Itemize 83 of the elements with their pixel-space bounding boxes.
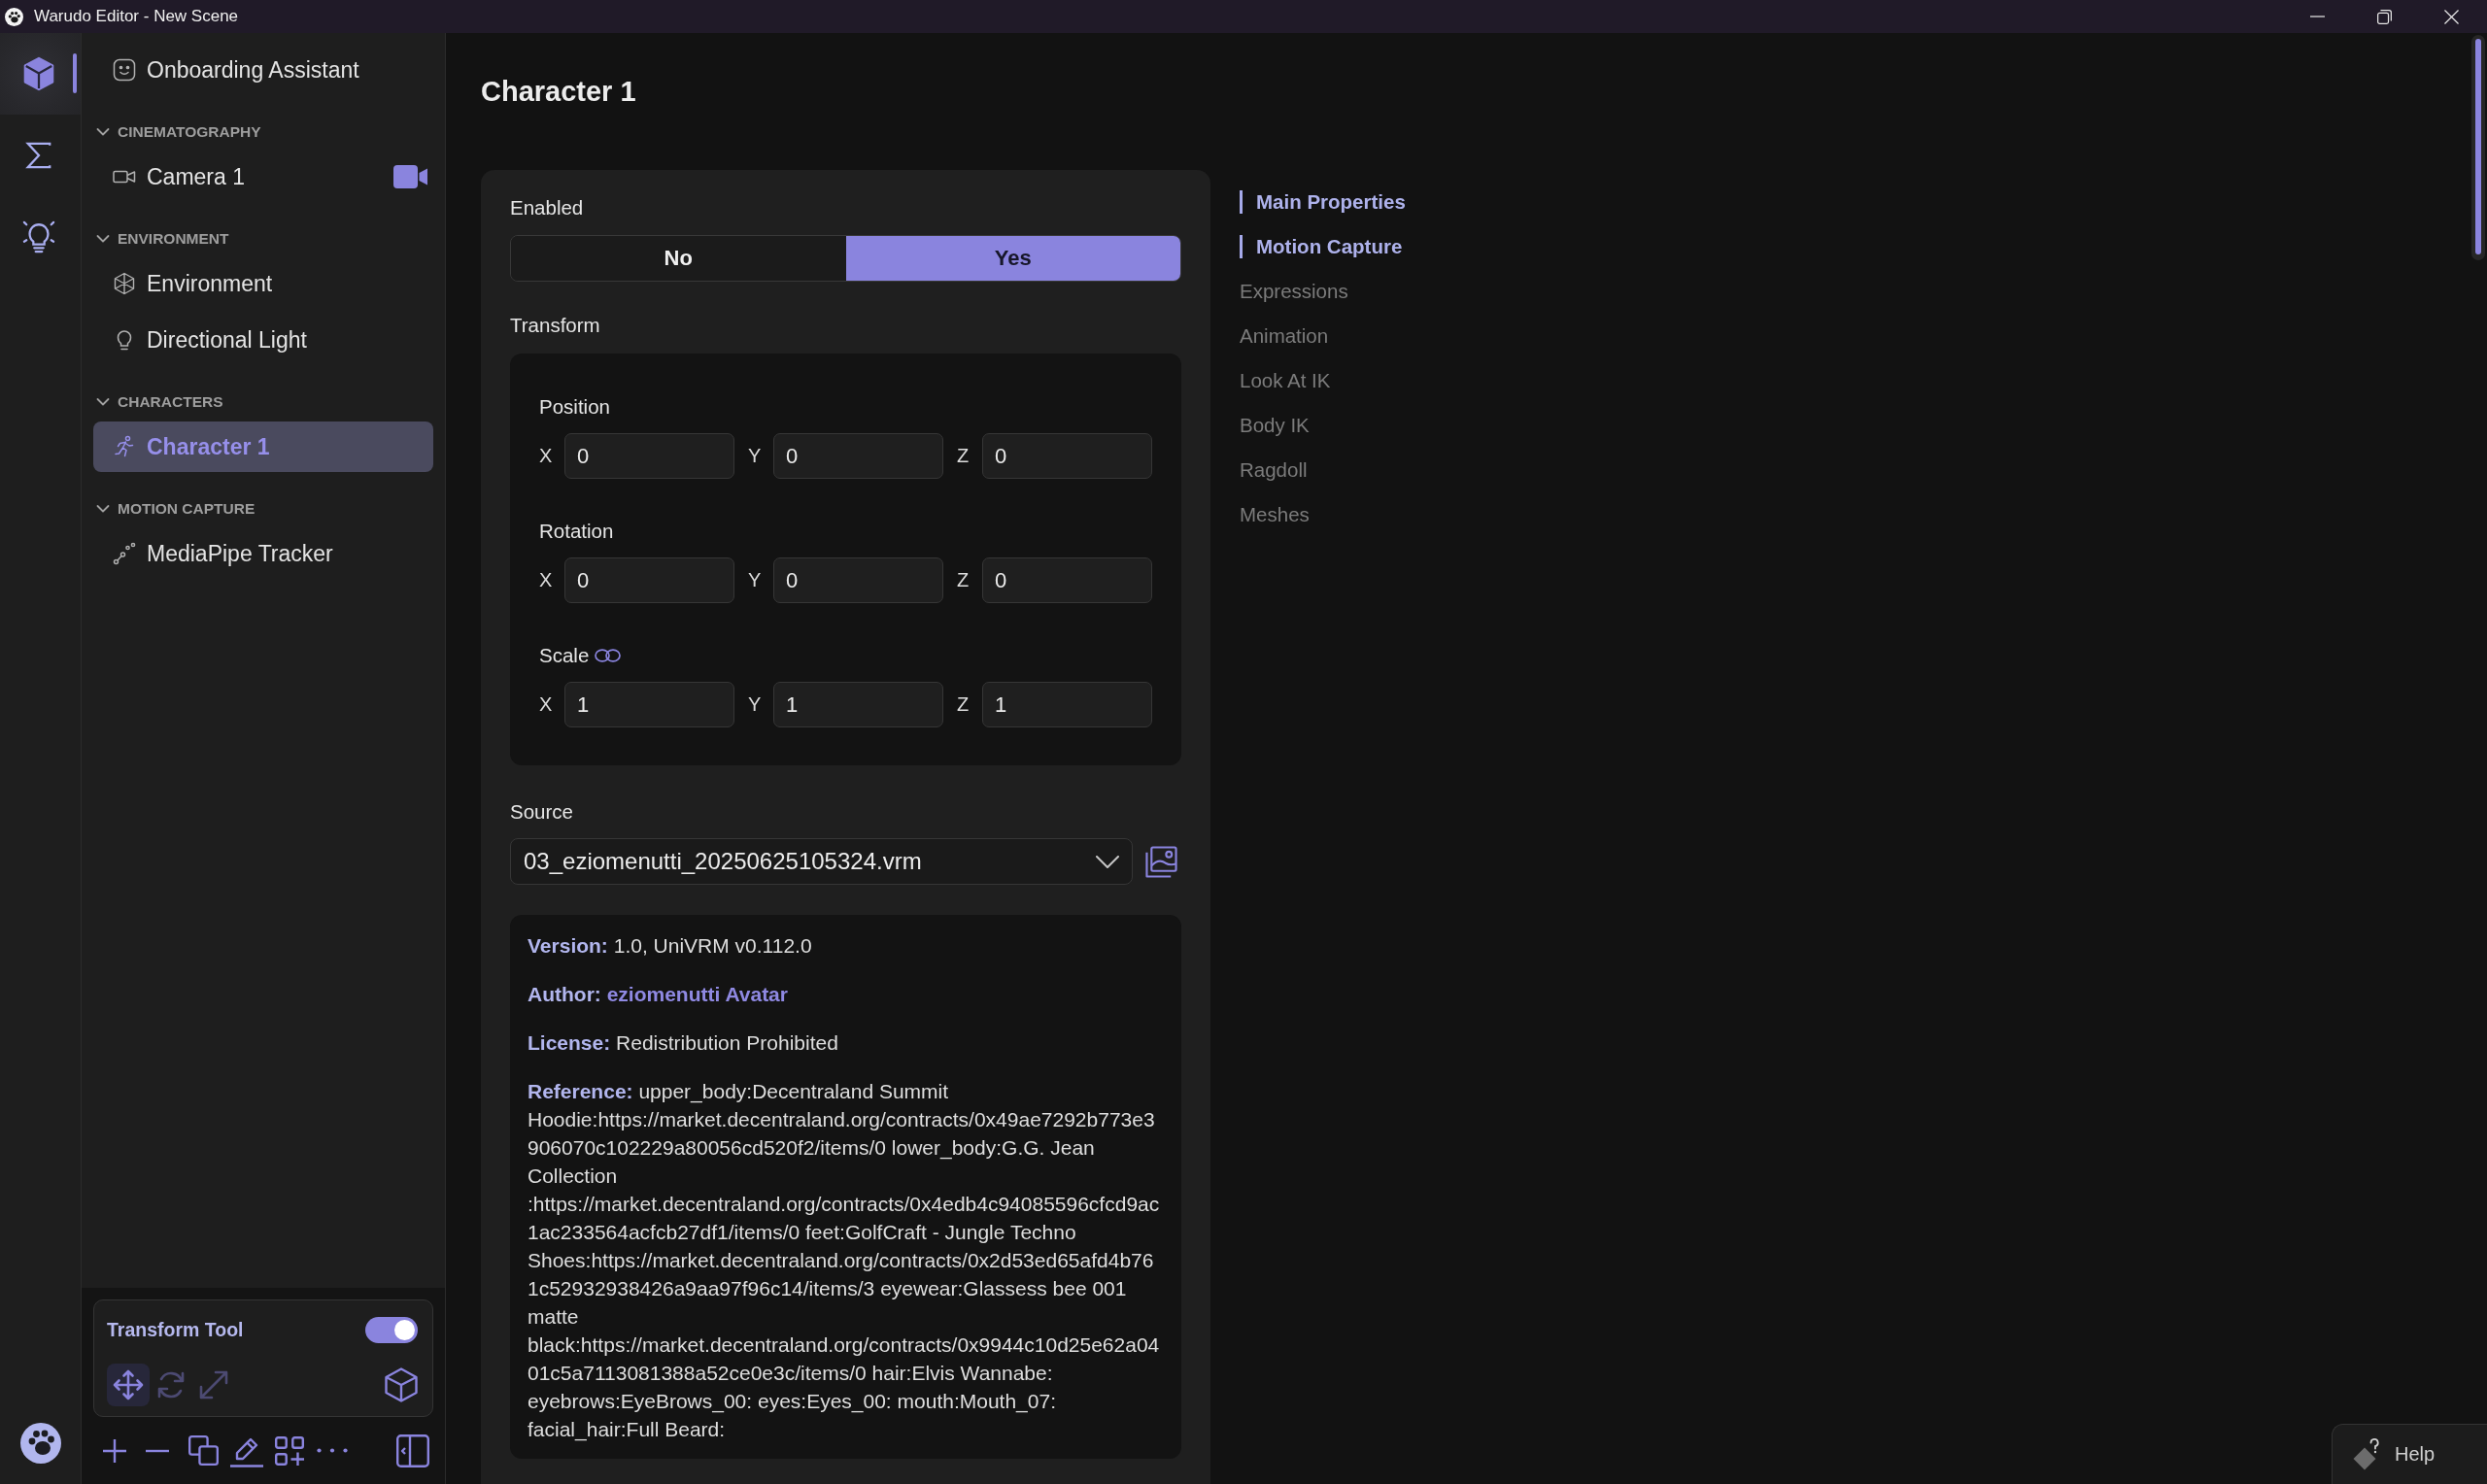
link-icon[interactable]: [595, 649, 622, 662]
section-link[interactable]: Motion Capture: [1240, 224, 1403, 269]
metadata-link[interactable]: eziomenutti Avatar: [606, 983, 788, 1005]
field-label: Transform: [510, 313, 601, 338]
number-field[interactable]: 0: [564, 433, 734, 479]
light-bulb-icon: [21, 219, 55, 254]
cube-icon: [21, 56, 55, 91]
section-link[interactable]: Ragdoll: [1240, 448, 1308, 492]
source-dropdown[interactable]: 03_eziomenutti_20250625105324.vrm: [510, 838, 1133, 885]
metadata-text: Reference: upper_body:Decentraland Summit Hoodie:https://market.decentraland.org/contracts/0x49ae7292b773e3906070c102229a80056cd520f2/items/0 lower_body:G.G. Jean Collection :https://market.decentraland.org/contracts/0x4edb4c94085596cfcd9ac1ac233564acfcb27df1/items/0 feet:GolfCraft - Jungle Techno Shoes:https://market.decentraland.org/contracts/0x2d53ed65afd4b761c52932938426a9aa97f96c14/items/3 eyewear:Glassess bee 001 matte black:https://market.decentraland.org/contracts/0x9944c10d25e62a0401c5a7113081388a52ce0e3c/items/0 hair:Elvis Wannabe: eyebrows:EyeBrows_00: eyes:Eyes_00: mouth:Mouth_07: facial_hair:Full Beard:: [528, 1079, 1161, 1443]
segment-button[interactable]: No: [511, 236, 846, 281]
field-label: Enabled: [510, 195, 585, 220]
axis-label: Y: [748, 445, 762, 467]
diagonal-arrows-icon: [198, 1369, 229, 1400]
panel-title: Transform Tool: [107, 1318, 244, 1341]
field-label: Rotation: [539, 520, 614, 543]
sidebar-item[interactable]: MediaPipe Tracker: [93, 528, 433, 579]
axis-label: X: [539, 693, 553, 716]
group-heading[interactable]: ENVIRONMENT: [93, 221, 433, 256]
video-camera-icon[interactable]: [393, 165, 427, 188]
group-heading[interactable]: CINEMATOGRAPHY: [93, 115, 433, 150]
move-arrows-icon: [113, 1369, 144, 1400]
field-label: Source: [510, 799, 574, 825]
sidebar-item[interactable]: Onboarding Assistant: [93, 45, 433, 95]
rotate-arrows-icon: [155, 1369, 187, 1400]
page-title: Character 1: [481, 75, 637, 109]
axis-label: Z: [957, 693, 971, 716]
number-field[interactable]: 1: [982, 682, 1152, 727]
running-person-icon: [113, 435, 136, 458]
section-link[interactable]: Meshes: [1240, 492, 1310, 537]
group-heading[interactable]: CHARACTERS: [93, 385, 433, 420]
grid-plus-icon[interactable]: [275, 1435, 304, 1466]
chevron-down-icon: [1096, 855, 1119, 868]
metadata-text: License: Redistribution Prohibited: [528, 1030, 839, 1056]
section-link[interactable]: Body IK: [1240, 403, 1310, 448]
cube-icon[interactable]: [385, 1367, 418, 1402]
smiley-icon: [113, 58, 136, 82]
number-field[interactable]: 0: [982, 557, 1152, 603]
number-field[interactable]: 1: [564, 682, 734, 727]
axis-label: X: [539, 445, 553, 467]
scrollbar-thumb[interactable]: [2475, 39, 2481, 254]
number-field[interactable]: 0: [564, 557, 734, 603]
plus-icon[interactable]: [103, 1438, 126, 1463]
more-icon[interactable]: [317, 1448, 348, 1453]
number-field[interactable]: 0: [982, 433, 1152, 479]
number-field[interactable]: 0: [773, 433, 943, 479]
image-icon[interactable]: [1145, 845, 1177, 878]
toggle-switch[interactable]: [365, 1316, 418, 1343]
paw-avatar-icon[interactable]: [20, 1423, 61, 1464]
metadata-label: Author:: [528, 983, 601, 1005]
restore-icon[interactable]: [2377, 9, 2392, 24]
transform-mode-button[interactable]: [107, 1364, 150, 1406]
axis-label: Z: [957, 445, 971, 467]
activity-tab[interactable]: [0, 33, 81, 115]
sidebar-item[interactable]: Directional Light: [93, 315, 433, 365]
axis-label: X: [539, 569, 553, 591]
field-label: Position: [539, 395, 610, 419]
sidebar-collapse-icon[interactable]: [396, 1433, 429, 1467]
section-link[interactable]: Expressions: [1240, 269, 1348, 314]
close-icon[interactable]: [2444, 9, 2459, 24]
help-icon: [2352, 1437, 2381, 1471]
segment-button[interactable]: Yes: [845, 236, 1180, 281]
help-button[interactable]: Help: [2332, 1424, 2487, 1484]
field-label: Scale: [539, 644, 590, 667]
window-title: Warudo Editor - New Scene: [34, 7, 239, 26]
connected-nodes-icon: [113, 542, 136, 565]
axis-label: Z: [957, 569, 971, 591]
section-link[interactable]: Animation: [1240, 314, 1329, 358]
section-link[interactable]: Main Properties: [1240, 180, 1406, 224]
axis-label: Y: [748, 569, 762, 591]
group-heading[interactable]: MOTION CAPTURE: [93, 491, 433, 526]
sidebar-item[interactable]: Camera 1: [93, 152, 433, 202]
copy-icon[interactable]: [188, 1435, 219, 1466]
minus-icon[interactable]: [146, 1448, 169, 1453]
number-field[interactable]: 0: [773, 557, 943, 603]
section-link[interactable]: Look At IK: [1240, 358, 1331, 403]
number-field[interactable]: 1: [773, 682, 943, 727]
sigma-icon: [23, 141, 53, 170]
paw-icon: [5, 7, 23, 26]
metadata-text: Version: 1.0, UniVRM v0.112.0: [528, 933, 813, 959]
cube-icon: [113, 272, 136, 295]
axis-label: Y: [748, 693, 762, 716]
sidebar-item[interactable]: Environment: [93, 258, 433, 309]
